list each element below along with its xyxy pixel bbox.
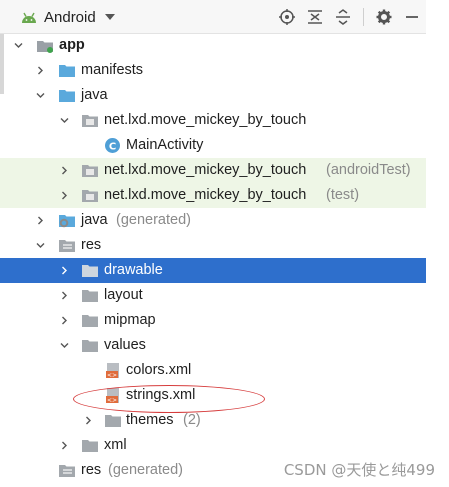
- package-icon: [82, 115, 98, 127]
- folder-icon: [82, 340, 98, 352]
- chevron-down-icon: [104, 14, 115, 20]
- watermark: CSDN @天使と纯499: [283, 461, 435, 479]
- tree-node-label: colors.xml: [126, 362, 192, 378]
- android-icon: [22, 12, 36, 23]
- tree-node-themes[interactable]: themes (2): [0, 408, 426, 433]
- chevron-right-icon[interactable]: [36, 216, 45, 225]
- svg-text:C: C: [109, 142, 116, 153]
- chevron-right-icon[interactable]: [60, 191, 69, 200]
- tree-node-layout[interactable]: layout: [0, 283, 426, 308]
- tree-node-label: MainActivity: [126, 137, 204, 153]
- tree-node-package-test[interactable]: net.lxd.move_mickey_by_touch (test): [0, 183, 426, 208]
- expand-all-icon[interactable]: [335, 9, 351, 25]
- folder-icon: [59, 65, 75, 77]
- folder-icon: [105, 415, 121, 427]
- tree-node-label: res: [81, 462, 102, 478]
- view-selector-label: Android: [44, 8, 96, 26]
- tree-node-label: net.lxd.move_mickey_by_touch: [104, 162, 307, 178]
- resource-folder-icon: [59, 240, 75, 252]
- annotation-circle: [73, 385, 265, 413]
- module-folder-icon: [37, 41, 53, 53]
- package-icon: [82, 165, 98, 177]
- chevron-right-icon[interactable]: [60, 291, 69, 300]
- tree-node-label: manifests: [81, 62, 144, 78]
- tree-node-package-androidtest[interactable]: net.lxd.move_mickey_by_touch (androidTes…: [0, 158, 426, 183]
- settings-icon[interactable]: [376, 9, 392, 25]
- folder-icon: [59, 90, 75, 102]
- chevron-down-icon[interactable]: [60, 116, 69, 125]
- chevron-down-icon[interactable]: [60, 341, 69, 350]
- view-selector[interactable]: Android: [20, 7, 115, 27]
- tree-node-label: java: [81, 87, 108, 103]
- tree-node-res[interactable]: res: [0, 233, 426, 258]
- folder-icon: [82, 265, 98, 277]
- package-icon: [82, 190, 98, 202]
- chevron-down-icon[interactable]: [36, 91, 45, 100]
- tree-node-values[interactable]: values: [0, 333, 426, 358]
- tree-node-java-generated[interactable]: java (generated): [0, 208, 426, 233]
- xml-file-icon: <>: [106, 363, 119, 379]
- chevron-right-icon[interactable]: [60, 316, 69, 325]
- folder-icon: [82, 440, 98, 452]
- tree-node-count: (2): [183, 412, 201, 428]
- project-panel: Android app manifests java net.lxd.move_…: [0, 0, 426, 487]
- tree-node-label: drawable: [104, 262, 163, 278]
- chevron-right-icon[interactable]: [36, 66, 45, 75]
- svg-text:<>: <>: [107, 372, 117, 379]
- project-toolbar: Android: [0, 0, 426, 34]
- tree-node-label: values: [104, 337, 146, 353]
- tree-node-label: res: [81, 237, 102, 253]
- tree-node-xml[interactable]: xml: [0, 433, 426, 458]
- tree-node-suffix: (generated): [108, 462, 183, 478]
- chevron-right-icon[interactable]: [60, 166, 69, 175]
- tree-node-label: xml: [104, 437, 127, 453]
- folder-icon: [82, 290, 98, 302]
- tree-node-drawable[interactable]: drawable: [0, 258, 426, 283]
- tree-node-java[interactable]: java: [0, 83, 426, 108]
- tree-node-suffix: (androidTest): [326, 162, 411, 178]
- resource-folder-icon: [59, 465, 75, 477]
- tree-node-app[interactable]: app: [0, 33, 426, 58]
- tree-node-label: app: [59, 37, 85, 53]
- tree-node-suffix: (generated): [116, 212, 191, 228]
- tree-node-label: themes: [126, 412, 174, 428]
- tree-node-mainactivity[interactable]: C MainActivity: [0, 133, 426, 158]
- tree-node-suffix: (test): [326, 187, 360, 203]
- chevron-right-icon[interactable]: [60, 266, 69, 275]
- class-icon: C: [105, 138, 120, 153]
- tree-node-manifests[interactable]: manifests: [0, 58, 426, 83]
- chevron-down-icon[interactable]: [14, 41, 23, 50]
- tree-node-label: java: [81, 212, 108, 228]
- chevron-down-icon[interactable]: [36, 241, 45, 250]
- tree-node-label: layout: [104, 287, 143, 303]
- tree-node-label: net.lxd.move_mickey_by_touch: [104, 187, 307, 203]
- tree-node-colors-xml[interactable]: <> colors.xml: [0, 358, 426, 383]
- tree-node-package-main[interactable]: net.lxd.move_mickey_by_touch: [0, 108, 426, 133]
- tree-node-label: mipmap: [104, 312, 156, 328]
- folder-icon: [82, 315, 98, 327]
- chevron-right-icon[interactable]: [84, 416, 93, 425]
- hide-icon[interactable]: [404, 9, 420, 25]
- generated-folder-icon: [59, 215, 75, 228]
- tree-node-label: net.lxd.move_mickey_by_touch: [104, 112, 307, 128]
- collapse-all-icon[interactable]: [307, 9, 323, 25]
- toolbar-divider: [363, 8, 364, 26]
- tree-node-mipmap[interactable]: mipmap: [0, 308, 426, 333]
- locate-icon[interactable]: [279, 9, 295, 25]
- chevron-right-icon[interactable]: [60, 441, 69, 450]
